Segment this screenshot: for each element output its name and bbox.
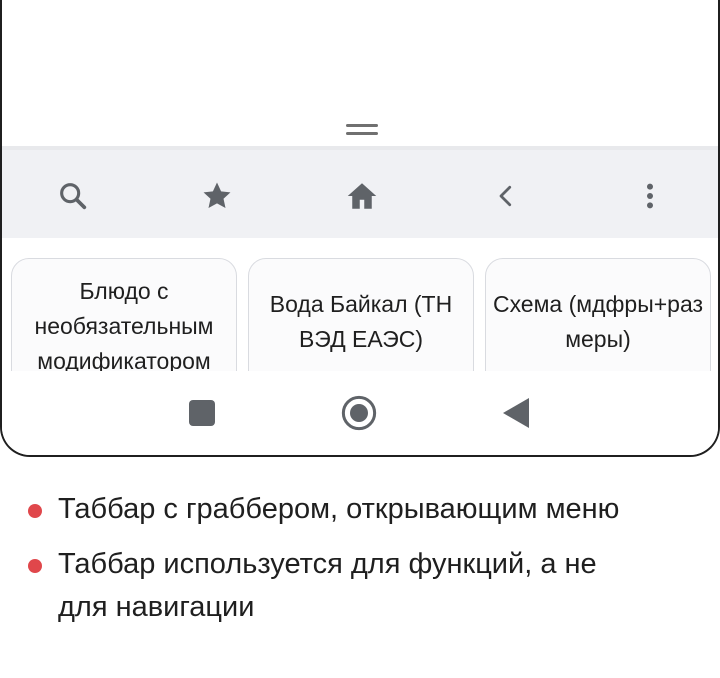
product-card-label: Блюдо с необязательным модификатором — [34, 278, 214, 371]
tabbar — [2, 146, 718, 238]
product-cards: Блюдо с необязательным модификатором Вод… — [2, 238, 718, 371]
chevron-left-icon[interactable] — [486, 176, 526, 216]
system-navigation-bar — [2, 371, 718, 455]
note-text: Таббар с граббером, открывающим меню — [58, 493, 620, 525]
note-item: Таббар используется для функций, а не дл… — [28, 543, 618, 629]
notes-list: Таббар с граббером, открывающим меню Таб… — [28, 488, 708, 641]
phone-frame: Блюдо с необязательным модификатором Вод… — [0, 0, 720, 457]
sheet-top-area — [2, 0, 718, 146]
product-card[interactable]: Блюдо с необязательным модификатором — [11, 258, 237, 371]
home-circle-icon[interactable] — [341, 395, 377, 431]
recents-square-icon[interactable] — [184, 395, 220, 431]
product-card-label: Схема (мдфры+размеры) — [492, 291, 704, 352]
grabber-handle[interactable] — [346, 124, 378, 135]
product-card[interactable]: Схема (мдфры+размеры) — [485, 258, 711, 371]
note-text: Таббар используется для функций, а не дл… — [58, 548, 597, 623]
back-triangle-icon[interactable] — [498, 395, 534, 431]
product-card[interactable]: Вода Байкал (ТН ВЭД ЕАЭС) — [248, 258, 474, 371]
note-item: Таббар с граббером, открывающим меню — [28, 488, 708, 531]
search-icon[interactable] — [53, 176, 93, 216]
bullet-dot-icon — [28, 504, 42, 518]
star-icon[interactable] — [197, 176, 237, 216]
more-vertical-icon[interactable] — [630, 176, 670, 216]
home-icon[interactable] — [342, 176, 382, 216]
bullet-dot-icon — [28, 559, 42, 573]
product-card-label: Вода Байкал (ТН ВЭД ЕАЭС) — [269, 291, 453, 352]
